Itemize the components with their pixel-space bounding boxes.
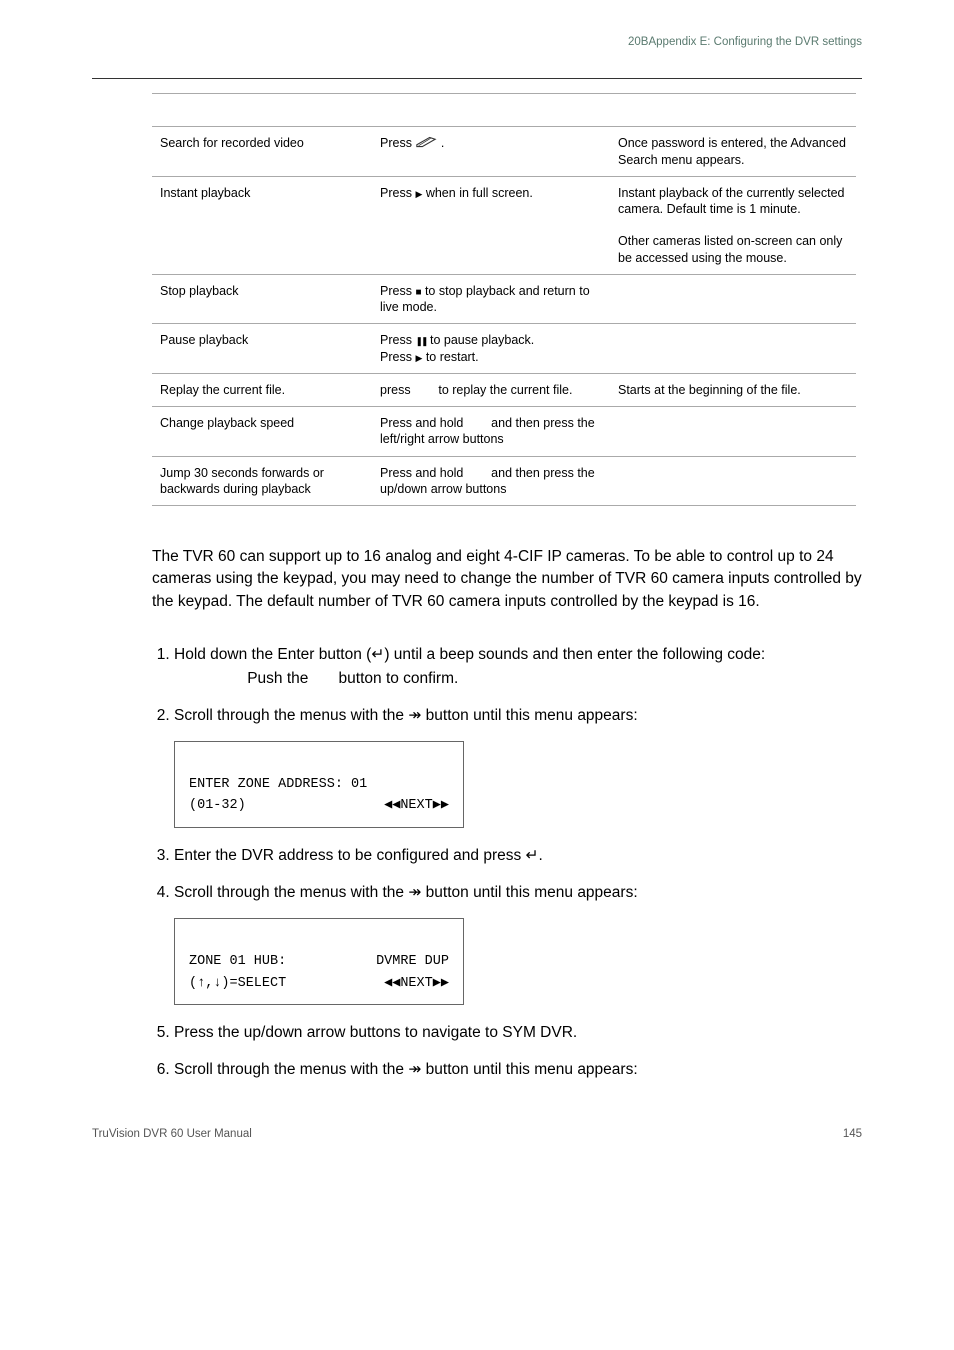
- cell-task: Pause playback: [152, 324, 372, 374]
- lcd-line: (01-32) ◀◀NEXT▶▶: [189, 795, 449, 817]
- header-right: 20BAppendix E: Configuring the DVR setti…: [92, 36, 862, 48]
- text: .: [441, 136, 444, 150]
- footer-left: TruVision DVR 60 User Manual: [92, 1128, 252, 1140]
- body-paragraph: The TVR 60 can support up to 16 analog a…: [152, 546, 862, 613]
- lcd-display: ENTER ZONE ADDRESS: 01(01-32) ◀◀NEXT▶▶: [174, 741, 464, 828]
- footer-page-number: 145: [843, 1128, 862, 1140]
- lcd-display: ZONE 01 HUB: DVMRE DUP (↑,↓)=SELECT ◀◀NEXT▶…: [174, 918, 464, 1005]
- cell-task: Jump 30 seconds forwards or backwards du…: [152, 456, 372, 506]
- cell: [152, 94, 372, 127]
- cell-action: Press ■ to stop playback and return to l…: [372, 274, 610, 324]
- cell-note: [610, 274, 856, 324]
- steps-list: Hold down the Enter button (↵) until a b…: [152, 643, 862, 1081]
- cell-note: [610, 456, 856, 506]
- text: to pause playback.: [427, 333, 535, 347]
- divider-top: [92, 78, 862, 79]
- cell-action: Press ❚❚ to pause playback. Press ▶ to r…: [372, 324, 610, 374]
- text: Press: [380, 136, 412, 150]
- footer: TruVision DVR 60 User Manual 145: [92, 1128, 862, 1140]
- table-row: Jump 30 seconds forwards or backwards du…: [152, 456, 856, 506]
- playback-table: Search for recorded video Press . Once p…: [152, 93, 856, 506]
- cell-action: Press and hold and then press the up/dow…: [372, 456, 610, 506]
- pause-icon: ❚❚: [415, 336, 426, 346]
- text: to replay the current file.: [435, 383, 573, 397]
- cell-action: Press .: [372, 127, 610, 177]
- text: Enter the DVR address to be configured a…: [174, 847, 526, 864]
- enter-icon: ↵: [526, 847, 539, 864]
- text: Press: [380, 333, 415, 347]
- cell-note: Starts at the beginning of the file.: [610, 373, 856, 406]
- cell-note: [610, 407, 856, 457]
- text: Scroll through the menus with the: [174, 707, 408, 724]
- lcd-line: (↑,↓)=SELECT ◀◀NEXT▶▶: [189, 973, 449, 995]
- cell-note: Once password is entered, the Advanced S…: [610, 127, 856, 177]
- text: button until this menu appears:: [421, 707, 637, 724]
- text: to restart.: [422, 350, 478, 364]
- table-row: Instant playback Press ▶ when in full sc…: [152, 176, 856, 225]
- next-icon: ↠: [408, 1061, 421, 1078]
- lcd-line: ZONE 01 HUB: DVMRE DUP: [189, 951, 449, 973]
- text: button until this menu appears:: [421, 884, 637, 901]
- text: Scroll through the menus with the: [174, 1061, 408, 1078]
- table-row: Stop playback Press ■ to stop playback a…: [152, 274, 856, 324]
- text: ZONE 01 HUB:: [189, 951, 286, 973]
- text: DVMRE DUP: [376, 951, 449, 973]
- table-row: [152, 94, 856, 127]
- text: Push the: [174, 670, 313, 687]
- table-row: Change playback speed Press and hold and…: [152, 407, 856, 457]
- step-item: Scroll through the menus with the ↠ butt…: [174, 881, 862, 1005]
- cell-task: Search for recorded video: [152, 127, 372, 177]
- text: (↑,↓)=SELECT: [189, 973, 286, 995]
- step-item: Press the up/down arrow buttons to navig…: [174, 1021, 862, 1044]
- cell: [610, 94, 856, 127]
- text: Press: [380, 284, 415, 298]
- text: ) until a beep sounds and then enter the…: [384, 646, 765, 663]
- text: button to confirm.: [313, 670, 459, 687]
- cell-task: Change playback speed: [152, 407, 372, 457]
- cell-task: Replay the current file.: [152, 373, 372, 406]
- cell-note: Instant playback of the currently select…: [610, 176, 856, 225]
- cell-note: Other cameras listed on-screen can only …: [610, 225, 856, 274]
- cell-task: Stop playback: [152, 274, 372, 324]
- table-row: Pause playback Press ❚❚ to pause playbac…: [152, 324, 856, 374]
- step-item: Hold down the Enter button (↵) until a b…: [174, 643, 862, 690]
- next-icon: ↠: [408, 707, 421, 724]
- step-item: Enter the DVR address to be configured a…: [174, 844, 862, 867]
- table-row: Search for recorded video Press . Once p…: [152, 127, 856, 177]
- text: ◀◀NEXT▶▶: [384, 973, 449, 995]
- text: Scroll through the menus with the: [174, 884, 408, 901]
- cell-task: Instant playback: [152, 176, 372, 274]
- lcd-line: ENTER ZONE ADDRESS: 01: [189, 774, 449, 796]
- text: ◀◀NEXT▶▶: [384, 795, 449, 817]
- cell-note: [610, 324, 856, 374]
- text: (01-32): [189, 795, 246, 817]
- cell-action: Press and hold and then press the left/r…: [372, 407, 610, 457]
- pencil-icon: [415, 135, 437, 149]
- enter-icon: ↵: [371, 646, 384, 663]
- cell-action: Press ▶ when in full screen.: [372, 176, 610, 274]
- text: Hold down the Enter button (: [174, 646, 371, 663]
- text: Press: [380, 186, 415, 200]
- cell: [372, 94, 610, 127]
- text: when in full screen.: [422, 186, 532, 200]
- text: button until this menu appears:: [421, 1061, 637, 1078]
- table-row: Replay the current file. press to replay…: [152, 373, 856, 406]
- next-icon: ↠: [408, 884, 421, 901]
- step-item: Scroll through the menus with the ↠ butt…: [174, 1058, 862, 1081]
- text: Press: [380, 350, 415, 364]
- text: .: [539, 847, 543, 864]
- text: press: [380, 383, 414, 397]
- step-item: Scroll through the menus with the ↠ butt…: [174, 704, 862, 828]
- cell-action: press to replay the current file.: [372, 373, 610, 406]
